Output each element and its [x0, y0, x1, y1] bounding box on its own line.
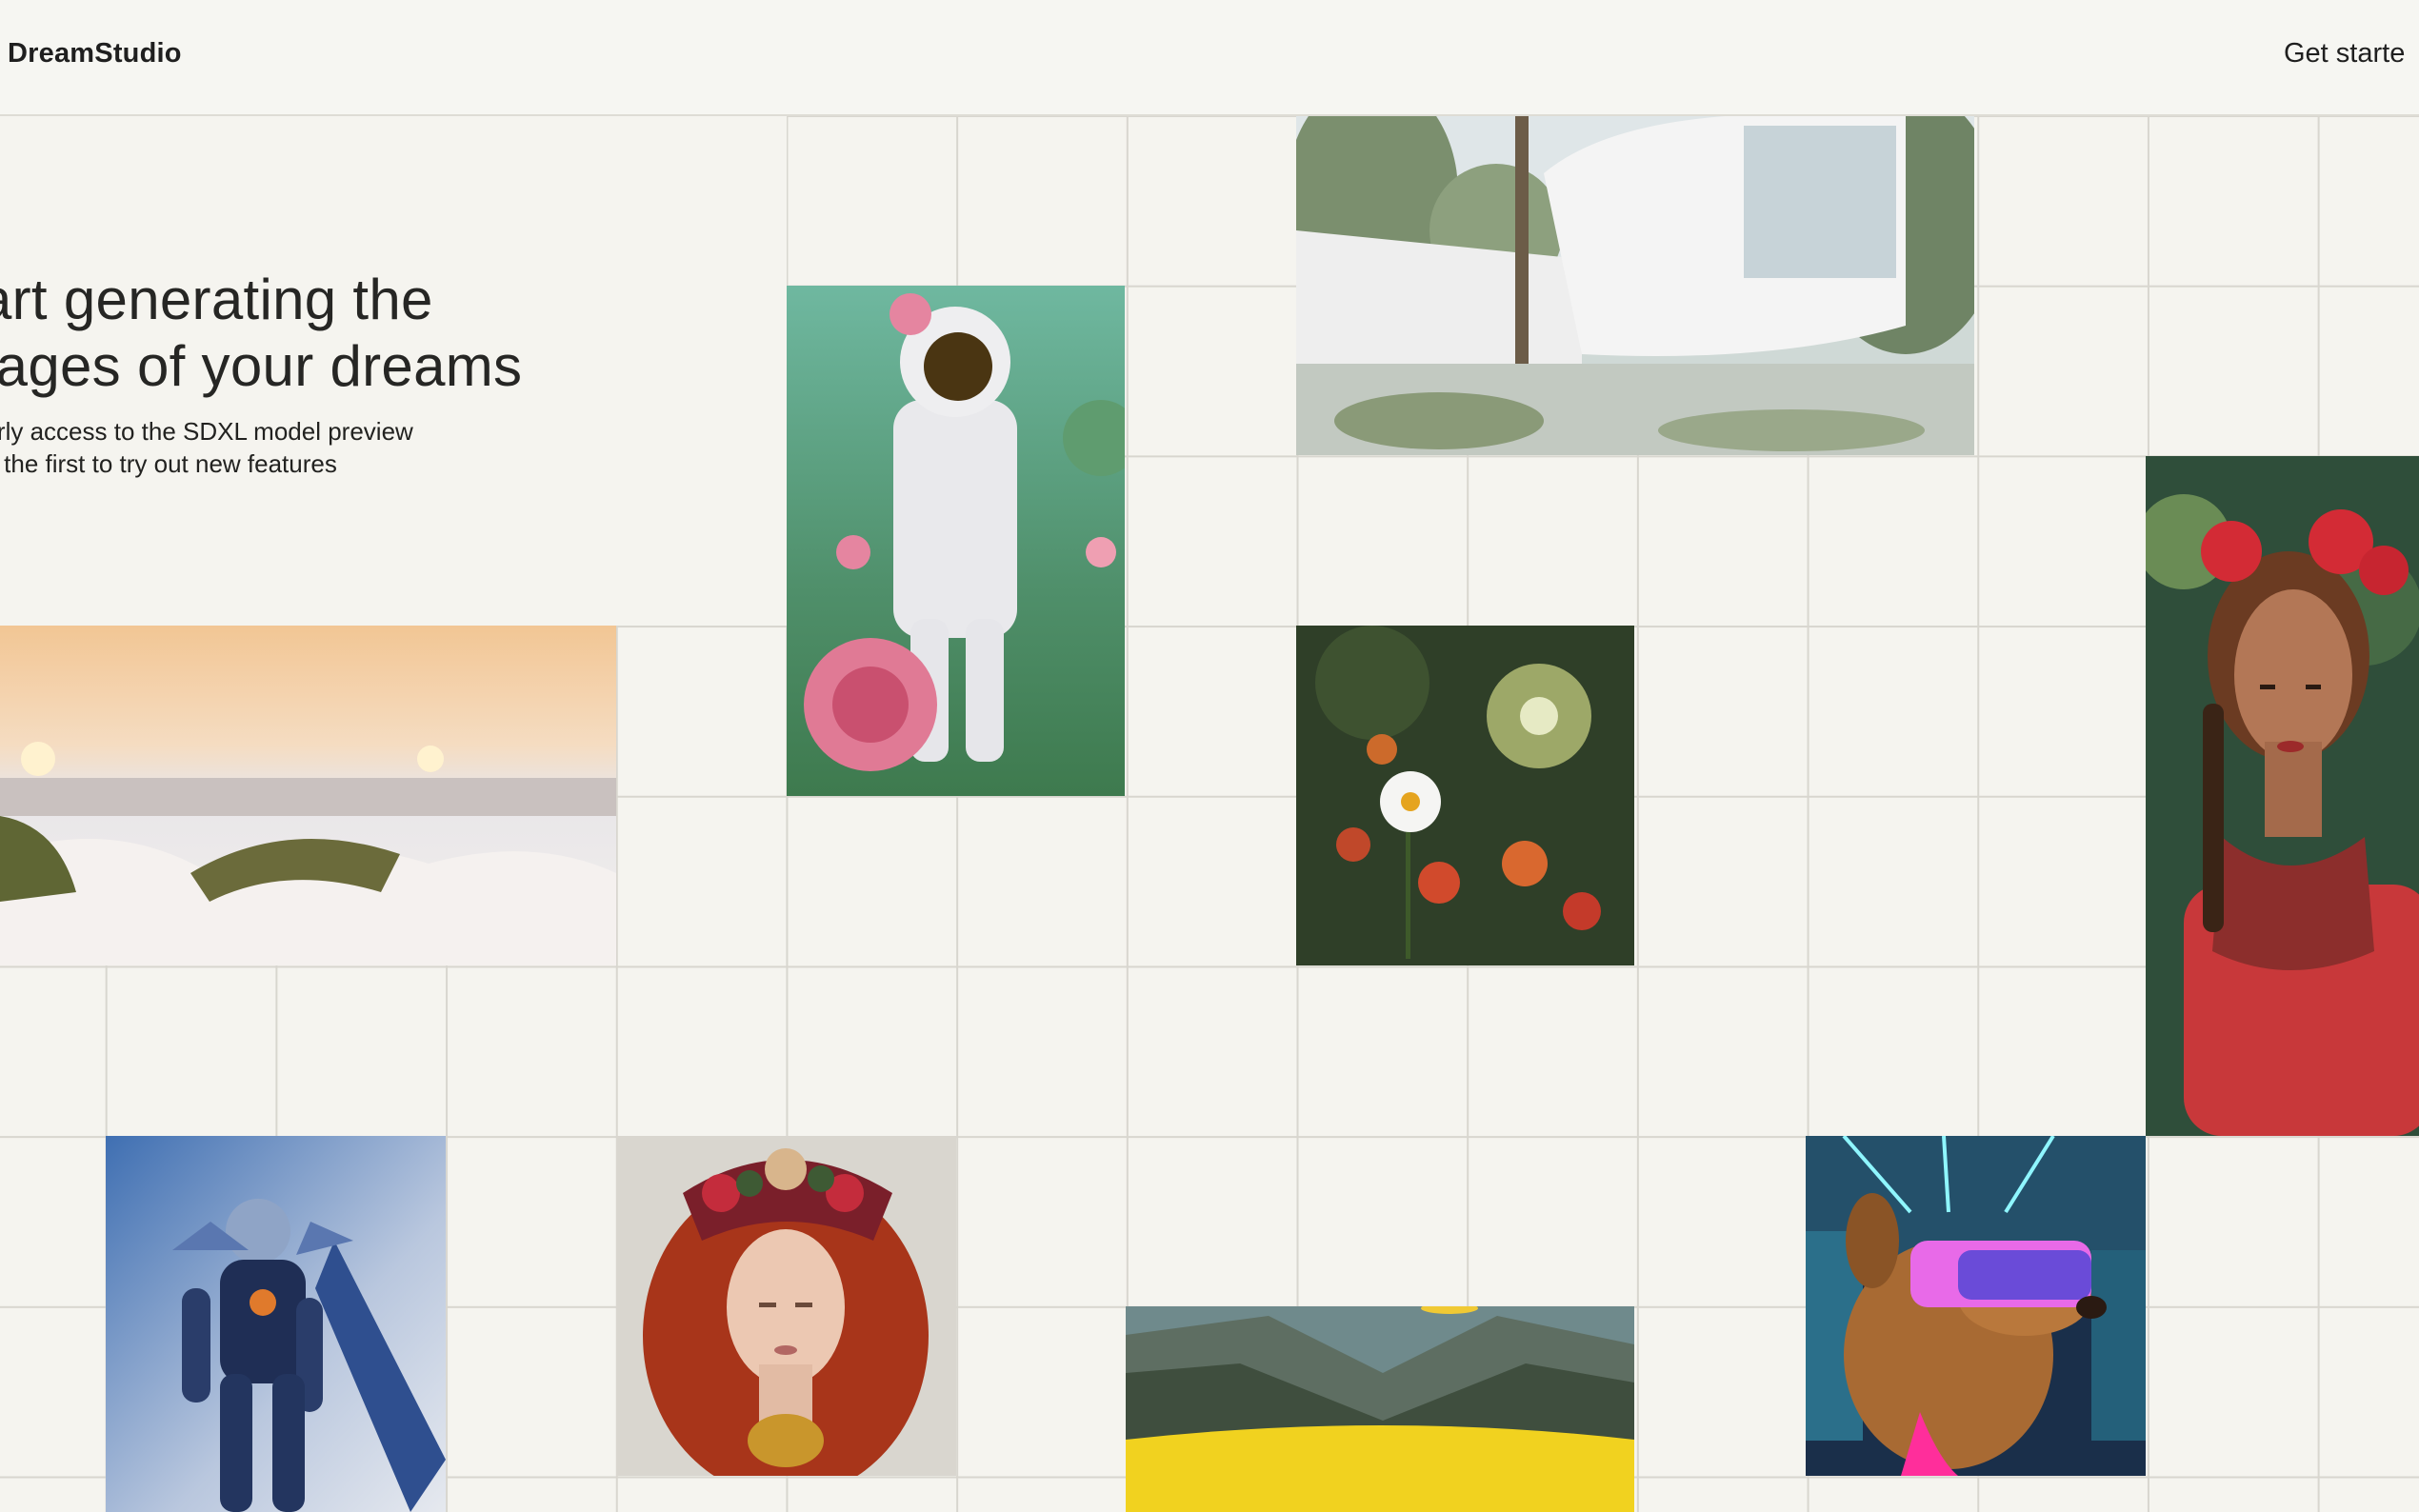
headline-line-2: nages of your dreams: [0, 334, 523, 398]
dog-vr-headset-image[interactable]: [1806, 1136, 2146, 1476]
modern-house-image[interactable]: [1296, 116, 1974, 455]
hero-subtext: early access to the SDXL model preview b…: [0, 415, 413, 480]
hero-headline: tart generating the nages of your dreams: [0, 267, 522, 400]
get-started-button[interactable]: Get starte: [2284, 38, 2405, 70]
logo-dreamstudio[interactable]: DreamStudio: [8, 38, 182, 70]
top-nav: DreamStudio Get starte: [0, 0, 2419, 116]
forest-valley-image[interactable]: [1126, 1306, 1634, 1512]
beach-dunes-image[interactable]: [0, 626, 616, 965]
subtext-line-1: early access to the SDXL model preview: [0, 417, 413, 446]
subtext-line-2: be the first to try out new features: [0, 449, 337, 478]
red-hair-crown-image[interactable]: [616, 1136, 956, 1476]
frida-portrait-image[interactable]: [2146, 456, 2419, 1136]
headline-line-1: tart generating the: [0, 268, 433, 331]
daisy-flower-image[interactable]: [1296, 626, 1634, 965]
astronaut-roses-image[interactable]: [787, 286, 1125, 796]
robot-figure-image[interactable]: [106, 1136, 446, 1512]
